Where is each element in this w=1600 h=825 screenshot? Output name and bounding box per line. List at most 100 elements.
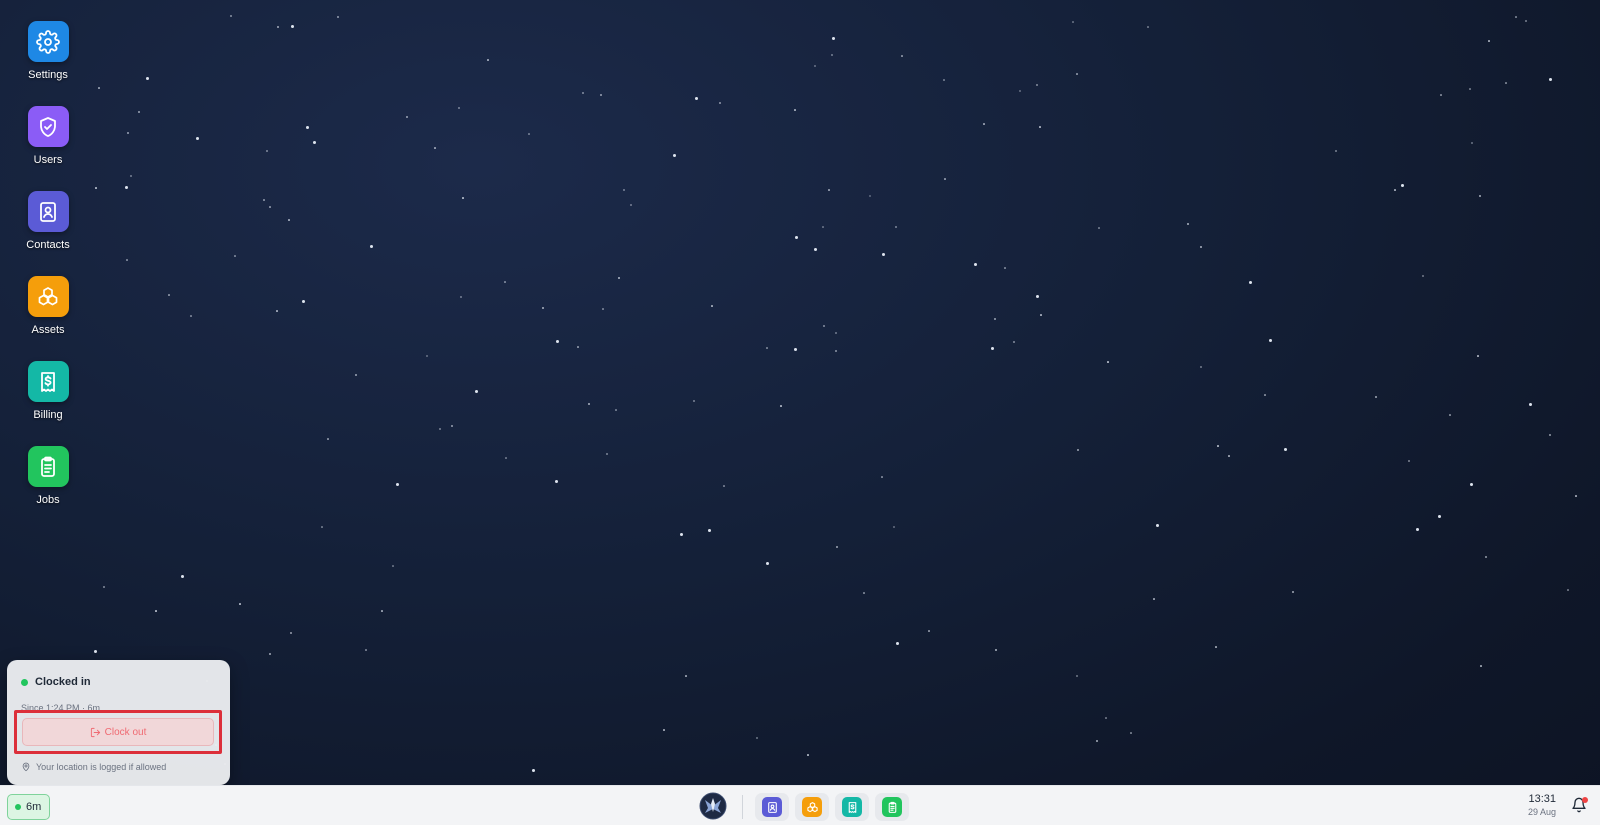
star <box>1422 275 1424 277</box>
star <box>1004 267 1006 269</box>
star <box>196 137 199 140</box>
clock-date: 29 Aug <box>1527 807 1556 817</box>
star <box>505 457 507 459</box>
taskbar-app-jobs[interactable] <box>875 793 909 821</box>
taskbar-app-contacts[interactable] <box>755 793 789 821</box>
desktop-icon-billing[interactable]: Billing <box>18 361 78 431</box>
desktop-icon-jobs[interactable]: Jobs <box>18 446 78 516</box>
star <box>355 374 357 376</box>
desktop-icon-users[interactable]: Users <box>18 106 78 176</box>
dollar-receipt-icon <box>27 361 69 402</box>
star <box>895 226 897 228</box>
contact-book-icon <box>27 191 69 232</box>
star <box>462 197 464 199</box>
cubes-icon <box>802 797 822 817</box>
desktop-icon-label: Contacts <box>26 239 70 251</box>
star <box>1438 515 1441 518</box>
star <box>168 294 170 296</box>
star <box>1019 90 1021 92</box>
star <box>146 77 149 80</box>
star <box>1249 281 1252 284</box>
star <box>869 195 871 197</box>
star <box>1013 341 1015 343</box>
star <box>439 428 441 430</box>
star <box>1200 246 1202 248</box>
star <box>277 26 279 28</box>
star <box>828 189 830 191</box>
taskbar-app-assets[interactable] <box>795 793 829 821</box>
star <box>125 186 128 189</box>
star <box>794 348 797 351</box>
star <box>1335 150 1337 152</box>
star <box>766 562 769 565</box>
star <box>1416 528 1419 531</box>
star <box>276 310 278 312</box>
star <box>943 79 945 81</box>
star <box>1485 556 1487 558</box>
star <box>663 729 665 731</box>
star <box>1036 295 1039 298</box>
star <box>1200 366 1202 368</box>
star <box>396 483 399 486</box>
star <box>1401 184 1404 187</box>
star <box>269 206 271 208</box>
star <box>618 277 620 279</box>
clipboard-list-icon <box>27 446 69 487</box>
star <box>814 248 817 251</box>
desktop-icon-settings[interactable]: Settings <box>18 21 78 91</box>
star <box>1076 73 1078 75</box>
star <box>1529 403 1532 406</box>
star <box>327 438 329 440</box>
clock-status-title: Clocked in <box>35 676 91 688</box>
star <box>239 603 241 605</box>
taskbar-clock[interactable]: 13:31 29 Aug <box>1508 793 1556 817</box>
star <box>190 315 192 317</box>
notifications-button[interactable] <box>1571 797 1591 817</box>
star <box>103 586 105 588</box>
star <box>1153 598 1155 600</box>
star <box>807 754 809 756</box>
star <box>532 769 535 772</box>
star <box>138 111 140 113</box>
star <box>1549 434 1551 436</box>
star <box>995 649 997 651</box>
star <box>685 675 687 677</box>
star <box>835 350 837 352</box>
star <box>693 400 695 402</box>
star <box>1488 40 1490 42</box>
star <box>1479 195 1481 197</box>
logout-icon <box>90 727 100 737</box>
star <box>1040 314 1042 316</box>
star <box>290 632 292 634</box>
star <box>863 592 865 594</box>
star <box>1480 665 1482 667</box>
star <box>577 346 579 348</box>
star <box>269 653 271 655</box>
timer-label: 6m <box>26 801 42 813</box>
star <box>94 650 97 653</box>
start-menu-logo-icon[interactable] <box>699 792 727 820</box>
contact-book-icon <box>762 797 782 817</box>
star <box>370 245 373 248</box>
star <box>708 529 711 532</box>
star <box>1039 126 1041 128</box>
clock-time: 13:31 <box>1528 793 1556 805</box>
star <box>991 347 994 350</box>
desktop-icon-assets[interactable]: Assets <box>18 276 78 346</box>
star <box>302 300 305 303</box>
star <box>337 16 339 18</box>
clock-timer-chip[interactable]: 6m <box>7 794 51 820</box>
star <box>944 178 946 180</box>
desktop-icon-contacts[interactable]: Contacts <box>18 191 78 261</box>
clock-status-header: Clocked in <box>21 676 91 688</box>
location-note-text: Your location is logged if allowed <box>36 762 167 772</box>
star <box>893 526 895 528</box>
star <box>1394 189 1396 191</box>
star <box>263 199 265 201</box>
star <box>1215 646 1217 648</box>
taskbar-app-billing[interactable] <box>835 793 869 821</box>
star <box>582 92 584 94</box>
clock-out-button[interactable]: Clock out <box>22 718 214 746</box>
star <box>1549 78 1552 81</box>
star <box>504 281 506 283</box>
